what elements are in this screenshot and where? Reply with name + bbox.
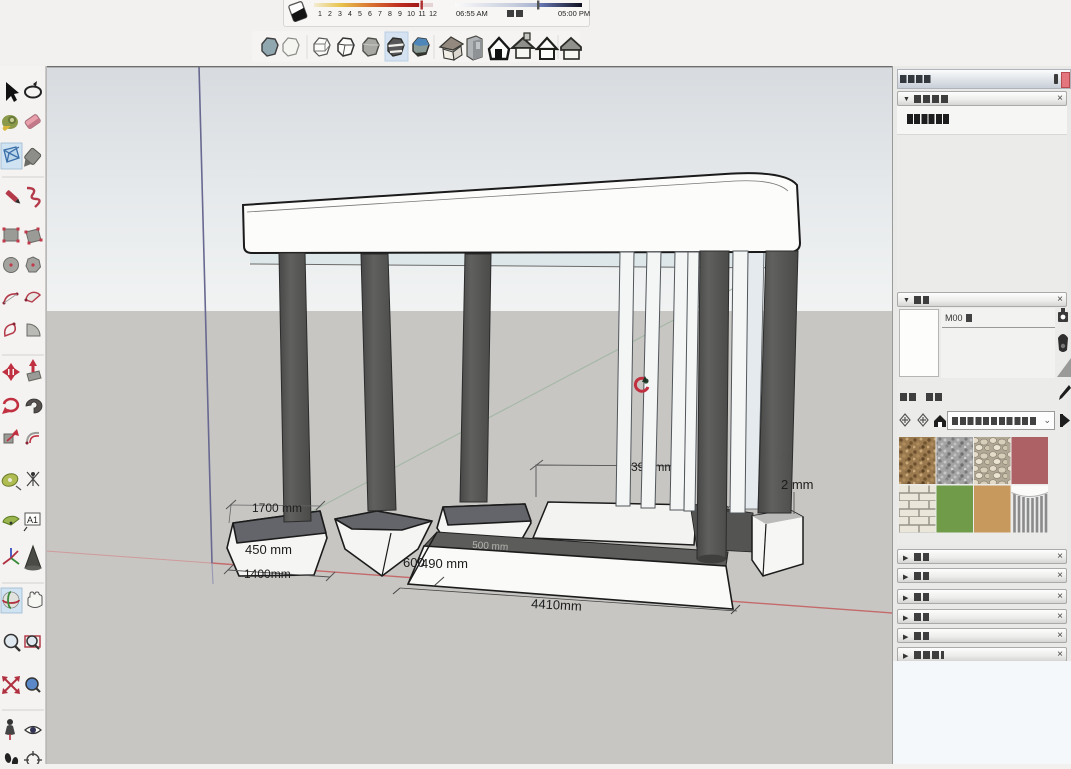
svg-text:2 mm: 2 mm [781, 477, 814, 492]
svg-text:4410mm: 4410mm [531, 596, 582, 614]
svg-text:9: 9 [398, 11, 402, 18]
svg-text:7: 7 [378, 11, 382, 18]
svg-text:A1: A1 [27, 515, 38, 525]
svg-text:1400mm: 1400mm [244, 567, 291, 581]
svg-text:10: 10 [407, 11, 415, 18]
svg-text:5: 5 [358, 11, 362, 18]
svg-text:1: 1 [318, 11, 322, 18]
svg-text:06:55 AM: 06:55 AM [456, 9, 488, 18]
svg-text:3: 3 [338, 11, 342, 18]
svg-text:2: 2 [328, 11, 332, 18]
svg-text:4: 4 [348, 11, 352, 18]
svg-text:6: 6 [368, 11, 372, 18]
svg-text:11: 11 [418, 11, 425, 18]
svg-text:1700 mm: 1700 mm [252, 501, 302, 515]
svg-text:05:00 PM: 05:00 PM [558, 9, 590, 18]
svg-text:490 mm: 490 mm [421, 556, 468, 571]
svg-text:12: 12 [429, 11, 437, 18]
svg-text:8: 8 [388, 11, 392, 18]
svg-text:450 mm: 450 mm [245, 542, 292, 557]
